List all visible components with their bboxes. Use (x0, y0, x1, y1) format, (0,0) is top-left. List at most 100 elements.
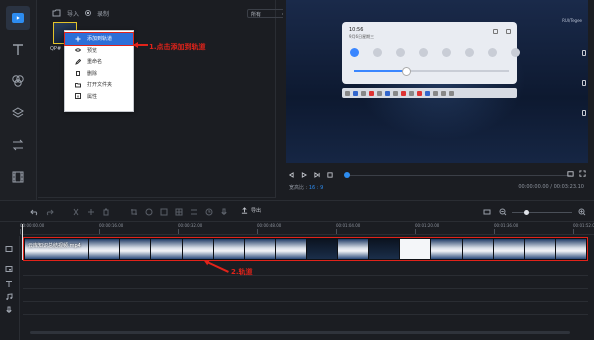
video-clip-frame[interactable] (431, 239, 462, 259)
zoom-out-icon[interactable] (499, 208, 507, 216)
context-menu-item[interactable]: 删除 (65, 68, 133, 80)
stop-icon[interactable] (326, 172, 333, 179)
video-clip-frame[interactable] (462, 239, 493, 259)
fit-icon[interactable] (483, 208, 491, 216)
next-frame-icon[interactable] (313, 172, 320, 179)
context-menu-item[interactable]: 预览 (65, 45, 133, 57)
voiceover-track-icon[interactable] (5, 306, 13, 314)
media-tool-button[interactable] (6, 6, 30, 30)
zoom-in-icon[interactable] (578, 208, 586, 216)
video-clip-frame[interactable] (400, 239, 431, 259)
crop-icon[interactable] (130, 208, 138, 216)
plus-icon (75, 36, 81, 42)
annotation-arrow-2 (204, 260, 229, 273)
adjust-icon[interactable] (190, 208, 198, 216)
dock-app-icon (393, 90, 398, 96)
import-icon[interactable] (52, 9, 61, 17)
dock-app-icon (401, 90, 406, 96)
filter-icon (12, 75, 24, 87)
mosaic-icon[interactable] (175, 208, 183, 216)
record-button[interactable]: 录制 (97, 9, 109, 18)
freeze-icon[interactable] (160, 208, 168, 216)
edit-icon (493, 29, 498, 34)
overlay-tool-button[interactable] (6, 101, 30, 125)
text-tool-button[interactable] (6, 38, 30, 62)
video-clip-frame[interactable] (89, 239, 120, 259)
context-menu-item[interactable]: 打开文件夹 (65, 79, 133, 91)
ruler-tick: 00:00:16.00 (99, 223, 124, 234)
video-clip-frame[interactable] (120, 239, 151, 259)
redo-icon[interactable] (46, 208, 54, 216)
layers-icon (12, 107, 24, 118)
preview-screen: RUI/Tegee 10:56 9月6日星期三 (286, 0, 588, 163)
video-track[interactable]: 云库知识总结视频.mp4 (23, 237, 588, 261)
dock-app-icon (345, 90, 350, 96)
video-clip-frame[interactable] (151, 239, 182, 259)
aspect-ratio[interactable]: 宽高比 : 16 : 9 (289, 184, 323, 191)
side-icon (582, 80, 586, 86)
context-menu-item[interactable]: 属性 (65, 91, 133, 103)
play-icon[interactable] (300, 172, 307, 179)
import-button[interactable]: 导入 (67, 9, 79, 18)
ruler-tick: 00:00:48.00 (257, 223, 282, 234)
playback-progress-track[interactable] (345, 175, 571, 176)
video-clip-frame[interactable] (369, 239, 400, 259)
clip-title: 云库知识总结视频.mp4 (28, 243, 81, 249)
eye-icon (75, 47, 81, 53)
cut-icon[interactable] (72, 208, 80, 216)
split-icon[interactable] (87, 208, 95, 216)
snapshot-icon[interactable] (567, 170, 574, 179)
dock-app-icon (409, 90, 414, 96)
prev-frame-icon[interactable] (287, 172, 294, 179)
video-clip-frame[interactable] (182, 239, 213, 259)
context-menu-item[interactable]: 添加到轨道 (64, 32, 134, 46)
undo-icon[interactable] (30, 208, 38, 216)
video-clip-frame[interactable] (213, 239, 244, 259)
zoom-slider-track[interactable] (512, 212, 572, 213)
video-clip-frame[interactable] (493, 239, 524, 259)
context-menu-item-label: 删除 (87, 70, 98, 77)
settings-icon (506, 29, 511, 34)
video-clip-frame[interactable] (555, 239, 586, 259)
playback-progress-handle[interactable] (344, 172, 350, 178)
music-track-icon[interactable] (5, 293, 13, 301)
tool-sidebar (0, 0, 37, 200)
dock-app-icon (353, 90, 358, 96)
qs-time: 10:56 (349, 27, 364, 33)
context-menu-item[interactable]: 重命名 (65, 56, 133, 68)
track-header-column (0, 236, 20, 340)
media-toolbar: 导入 录制 (52, 7, 109, 19)
voice-icon[interactable] (220, 208, 228, 216)
fullscreen-icon[interactable] (579, 170, 586, 179)
text-track-icon[interactable] (5, 280, 13, 288)
timeline-scrollbar[interactable] (30, 331, 570, 334)
zoom-slider-handle[interactable] (524, 209, 529, 215)
element-tool-button[interactable] (6, 165, 30, 189)
video-clip-frame[interactable] (244, 239, 275, 259)
video-clip-frame[interactable] (275, 239, 306, 259)
filter-tool-button[interactable] (6, 69, 30, 93)
qs-toggle-row (350, 48, 520, 57)
timeline-ruler[interactable]: 00:00:00.00 00:00:16.00 00:00:32.00 00:00:4… (20, 223, 594, 235)
video-clip-frame[interactable]: 云库知识总结视频.mp4 (25, 239, 89, 259)
speed-icon[interactable] (145, 208, 153, 216)
video-track-icon[interactable] (5, 245, 13, 253)
clock-icon[interactable] (205, 208, 213, 216)
transition-tool-button[interactable] (6, 133, 30, 157)
annotation-step-2: 2.轨道 (231, 268, 253, 276)
video-clip-frame[interactable] (307, 239, 338, 259)
pip-track-icon[interactable] (5, 265, 13, 273)
lock-icon (419, 48, 428, 57)
track-divider (23, 314, 588, 315)
export-button[interactable]: 导出 (241, 207, 261, 214)
dock-app-icon (441, 90, 446, 96)
video-clip-frame[interactable] (338, 239, 369, 259)
export-label: 导出 (251, 208, 262, 214)
video-clip-frame[interactable] (524, 239, 555, 259)
annotation-arrow-1 (133, 42, 148, 47)
folder-icon (75, 82, 81, 88)
record-radio-icon[interactable] (85, 10, 92, 16)
delete-icon[interactable] (102, 208, 110, 216)
preview-panel: RUI/Tegee 10:56 9月6日星期三 宽高比: 16: 9 00:… (283, 0, 594, 198)
camera-icon (465, 48, 474, 57)
